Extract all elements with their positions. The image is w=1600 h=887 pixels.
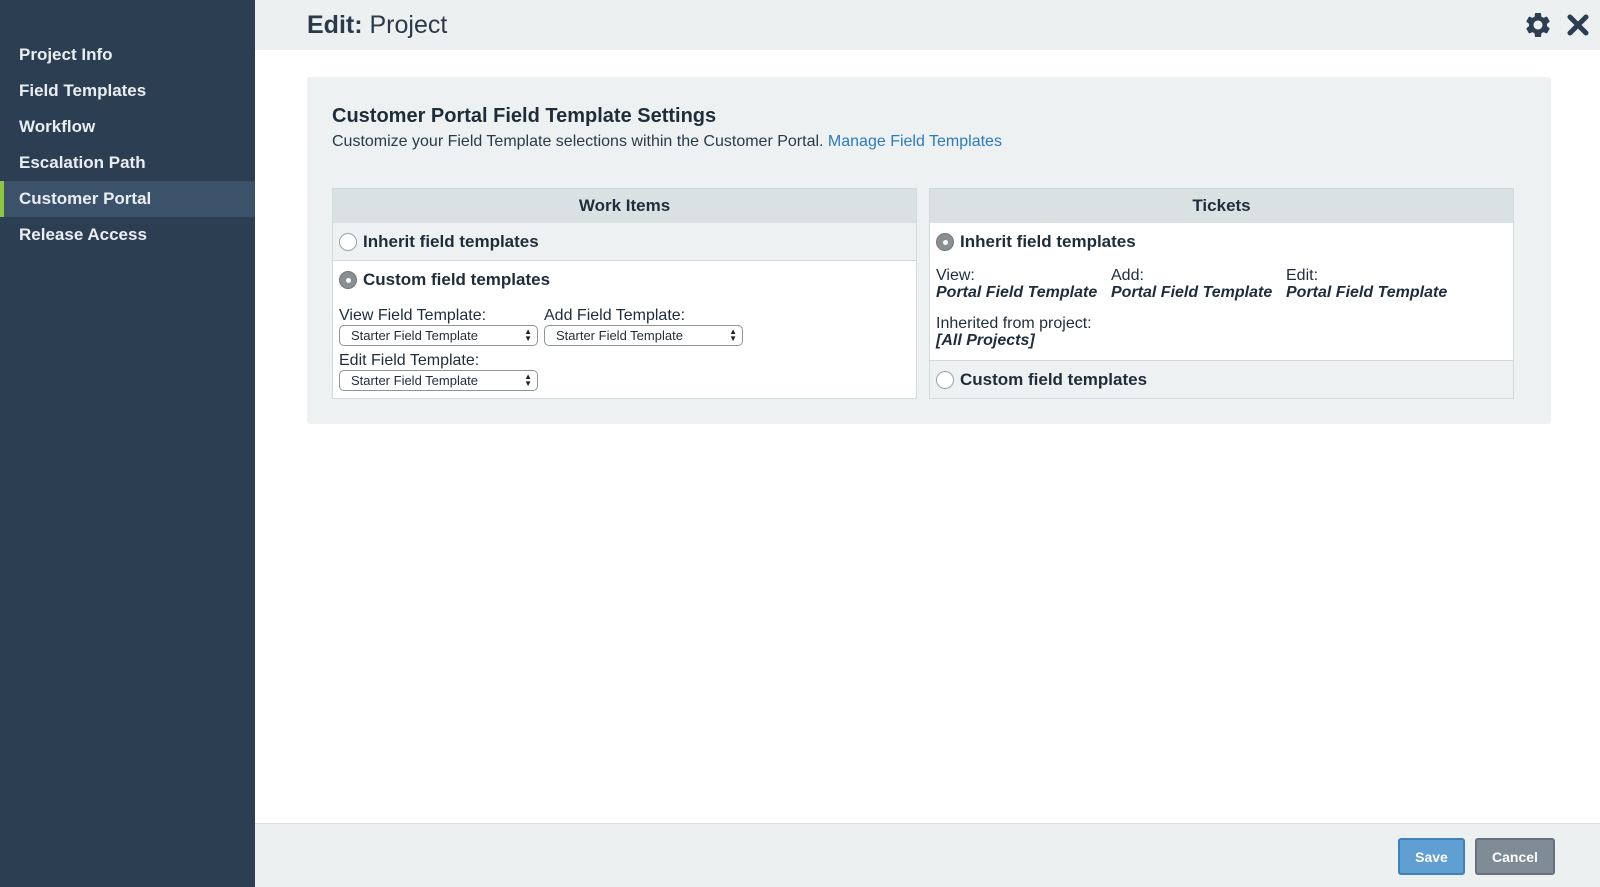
sidebar-item-label: Field Templates xyxy=(19,81,147,100)
customer-portal-settings-panel: Customer Portal Field Template Settings … xyxy=(307,77,1551,424)
sidebar-item-label: Workflow xyxy=(19,117,96,136)
work-items-inherit-label: Inherit field templates xyxy=(363,232,539,251)
sidebar: Project Info Field Templates Workflow Es… xyxy=(0,0,255,887)
add-field-template-label: Add Field Template: xyxy=(544,307,686,324)
view-field-template-label: View Field Template: xyxy=(339,307,487,324)
page-title-prefix: Edit: xyxy=(307,11,363,39)
tickets-custom-radio[interactable] xyxy=(936,371,954,389)
gear-icon[interactable] xyxy=(1523,10,1553,40)
tickets-custom-label: Custom field templates xyxy=(960,370,1148,389)
work-items-inherit-radio[interactable] xyxy=(339,233,357,251)
tickets-edit-info: Edit: Portal Field Template xyxy=(1286,267,1447,301)
tickets-inherited-from-info: Inherited from project: [All Projects] xyxy=(936,315,1092,349)
sidebar-item-release-access[interactable]: Release Access xyxy=(0,217,255,253)
tickets-inherit-option[interactable]: Inherit field templates xyxy=(930,223,1513,261)
sidebar-item-label: Customer Portal xyxy=(19,189,152,208)
view-field-template-group: View Field Template: Starter Field Templ… xyxy=(339,307,538,346)
tickets-add-label: Add: xyxy=(1111,267,1144,284)
work-items-custom-option[interactable]: Custom field templates xyxy=(333,261,916,299)
tickets-inherit-label: Inherit field templates xyxy=(960,232,1136,251)
work-items-custom-radio[interactable] xyxy=(339,271,357,289)
cancel-button[interactable]: Cancel xyxy=(1475,838,1555,875)
sidebar-item-escalation-path[interactable]: Escalation Path xyxy=(0,145,255,181)
work-items-column: Work Items Inherit field templates Custo… xyxy=(332,188,917,399)
sidebar-item-workflow[interactable]: Workflow xyxy=(0,109,255,145)
edit-field-template-label: Edit Field Template: xyxy=(339,352,480,369)
tickets-inherited-from-value: [All Projects] xyxy=(936,332,1035,349)
sidebar-item-label: Release Access xyxy=(19,225,147,244)
sidebar-item-label: Escalation Path xyxy=(19,153,146,172)
edit-field-template-select[interactable]: Starter Field Template ▲ ▼ xyxy=(339,370,538,391)
page-title: Edit: Project xyxy=(307,11,447,40)
sidebar-item-field-templates[interactable]: Field Templates xyxy=(0,73,255,109)
edit-field-template-group: Edit Field Template: Starter Field Templ… xyxy=(339,352,538,391)
select-arrows-icon: ▲ ▼ xyxy=(524,372,532,388)
sidebar-item-project-info[interactable]: Project Info xyxy=(0,37,255,73)
add-field-template-group: Add Field Template: Starter Field Templa… xyxy=(544,307,743,346)
save-button[interactable]: Save xyxy=(1398,838,1465,875)
tickets-inherited-from-label: Inherited from project: xyxy=(936,315,1092,332)
tickets-view-label: View: xyxy=(936,267,975,284)
tickets-edit-value: Portal Field Template xyxy=(1286,284,1448,301)
page-title-name: Project xyxy=(369,11,448,39)
edit-field-template-value: Starter Field Template xyxy=(351,373,478,388)
tickets-view-value: Portal Field Template xyxy=(936,284,1098,301)
view-field-template-value: Starter Field Template xyxy=(351,328,478,343)
add-field-template-value: Starter Field Template xyxy=(556,328,683,343)
select-arrows-icon: ▲ ▼ xyxy=(524,327,532,343)
tickets-custom-option[interactable]: Custom field templates xyxy=(930,360,1513,398)
sidebar-item-label: Project Info xyxy=(19,45,113,64)
tickets-heading: Tickets xyxy=(930,189,1513,223)
footer: Save Cancel xyxy=(255,823,1600,887)
tickets-view-info: View: Portal Field Template xyxy=(936,267,1097,301)
close-icon[interactable] xyxy=(1563,10,1593,40)
select-arrows-icon: ▲ ▼ xyxy=(729,327,737,343)
add-field-template-select[interactable]: Starter Field Template ▲ ▼ xyxy=(544,325,743,346)
tickets-add-info: Add: Portal Field Template xyxy=(1111,267,1272,301)
panel-title: Customer Portal Field Template Settings xyxy=(332,105,717,127)
tickets-inherit-radio[interactable] xyxy=(936,233,954,251)
manage-field-templates-link[interactable]: Manage Field Templates xyxy=(828,133,1002,150)
tickets-edit-label: Edit: xyxy=(1286,267,1319,284)
work-items-heading: Work Items xyxy=(333,189,916,223)
sidebar-item-customer-portal[interactable]: Customer Portal xyxy=(0,181,255,217)
tickets-add-value: Portal Field Template xyxy=(1111,284,1273,301)
header: Edit: Project xyxy=(255,0,1600,50)
work-items-custom-label: Custom field templates xyxy=(363,270,551,289)
work-items-inherit-option[interactable]: Inherit field templates xyxy=(333,223,916,261)
panel-subtitle-text: Customize your Field Template selections… xyxy=(332,133,824,150)
tickets-column: Tickets Inherit field templates View: Po… xyxy=(929,188,1514,399)
panel-subtitle: Customize your Field Template selections… xyxy=(332,133,1002,151)
view-field-template-select[interactable]: Starter Field Template ▲ ▼ xyxy=(339,325,538,346)
